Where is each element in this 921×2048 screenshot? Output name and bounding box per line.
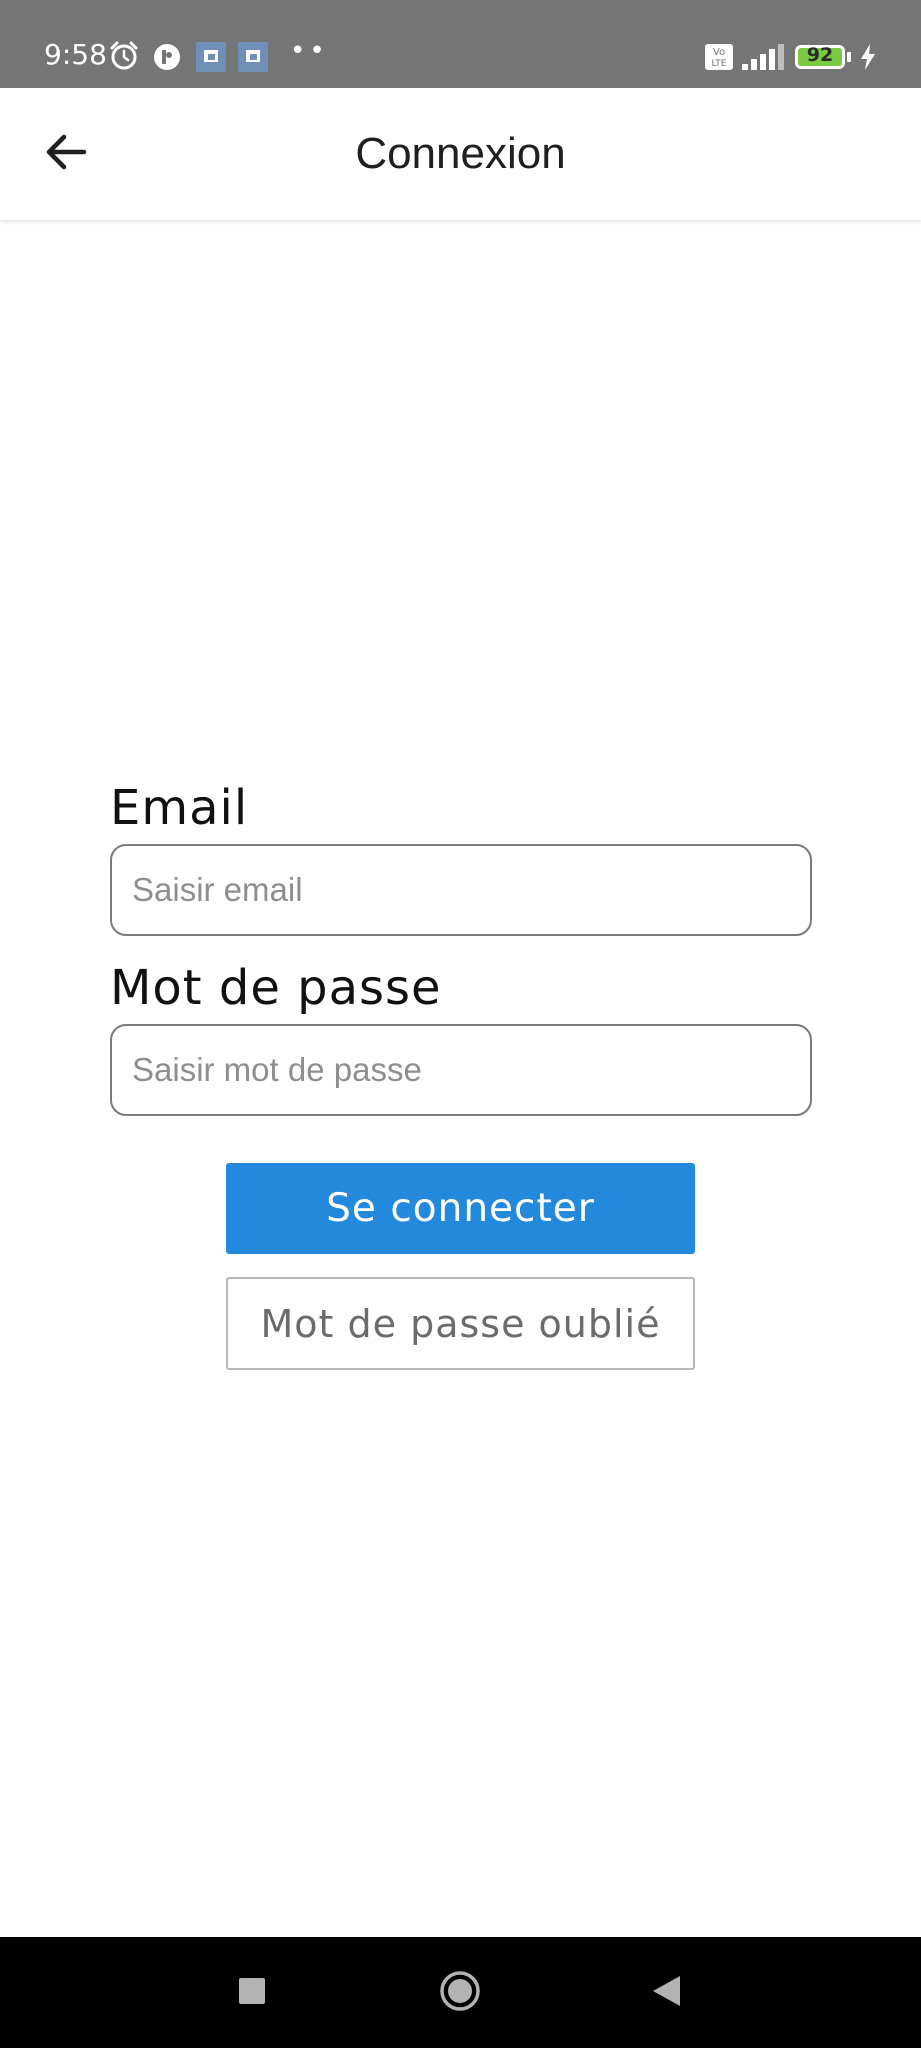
email-field[interactable] (110, 844, 812, 936)
page-title: Connexion (355, 129, 566, 178)
battery-level: 92 (806, 44, 834, 66)
login-form: Email Mot de passe (110, 780, 812, 1116)
app-bar: Connexion (0, 88, 921, 220)
forgot-password-button[interactable]: Mot de passe oublié (226, 1277, 695, 1370)
home-circle-icon (439, 1970, 481, 2017)
status-time: 9:58 (44, 38, 107, 71)
recents-button[interactable] (218, 1959, 286, 2027)
back-nav-button[interactable] (632, 1959, 700, 2027)
status-bar: 9:58 •• Vo LTE 92 (0, 0, 921, 88)
battery-cap (847, 52, 851, 62)
back-button[interactable] (30, 118, 102, 190)
charging-icon (860, 44, 876, 75)
picture-notification-icon (238, 42, 268, 77)
recents-square-icon (238, 1977, 266, 2010)
login-screen: 9:58 •• Vo LTE 92 Connexion Email Saisir… (0, 0, 921, 2048)
more-dots-icon: •• (290, 36, 329, 66)
alarm-icon (108, 40, 140, 77)
arrow-left-icon (44, 132, 88, 177)
battery-icon: 92 (795, 44, 845, 69)
email-label: Email (110, 780, 249, 836)
svg-text:Vo: Vo (713, 47, 725, 58)
picture-notification-icon (196, 42, 226, 77)
back-triangle-icon (650, 1974, 682, 2013)
app-notification-icon (153, 43, 181, 76)
svg-text:LTE: LTE (712, 59, 727, 69)
password-field[interactable] (110, 1024, 812, 1116)
volte-icon: Vo LTE (705, 44, 733, 75)
system-nav-bar (0, 1937, 921, 2048)
home-button[interactable] (426, 1959, 494, 2027)
signal-icon (742, 44, 784, 75)
login-button[interactable]: Se connecter (226, 1163, 695, 1254)
password-label: Mot de passe (110, 960, 442, 1016)
